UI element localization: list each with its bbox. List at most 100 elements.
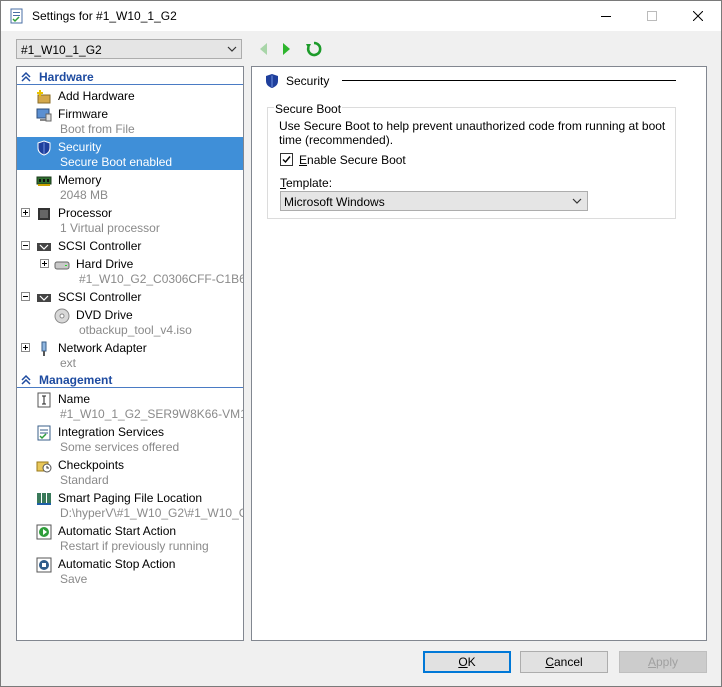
tree-item-label: Integration Services	[58, 425, 165, 439]
add-hardware-icon	[37, 90, 51, 104]
tree-item-memory[interactable]: Memory 2048 MB	[17, 170, 243, 203]
tree-item-detail: 1 Virtual processor	[60, 221, 160, 235]
tree-item-label: Hard Drive	[76, 257, 134, 271]
button-label: K	[467, 655, 476, 669]
tree-item-label: Smart Paging File Location	[58, 491, 203, 505]
tree-item-label: Firmware	[58, 107, 108, 121]
tree-item-integration-services[interactable]: Integration Services Some services offer…	[17, 422, 243, 455]
title-bar: Settings for #1_W10_1_G2	[1, 1, 721, 31]
tree-item-detail: Restart if previously running	[60, 539, 209, 553]
group-title: Secure Boot	[274, 102, 343, 116]
enable-secure-boot-label[interactable]: Enable Secure Boot	[299, 153, 406, 167]
settings-tree: Hardware Add Hardware Firmware Boot from…	[16, 66, 244, 641]
network-adapter-icon	[41, 341, 47, 356]
tree-item-network-adapter[interactable]: Network Adapter ext	[17, 338, 243, 371]
checkmark-icon	[282, 156, 291, 164]
cancel-button[interactable]: Cancel	[520, 651, 608, 673]
integration-services-icon	[37, 425, 51, 441]
vm-selector-value: #1_W10_1_G2	[21, 43, 102, 57]
refresh-icon[interactable]	[305, 40, 323, 58]
tree-item-processor[interactable]: Processor 1 Virtual processor	[17, 203, 243, 236]
tree-item-detail: ext	[60, 356, 77, 370]
automatic-stop-icon	[36, 557, 52, 573]
tree-item-detail: Some services offered	[60, 440, 180, 454]
category-management[interactable]: Management	[17, 372, 243, 388]
minimize-button[interactable]	[583, 1, 629, 31]
settings-app-icon	[10, 8, 23, 24]
tree-item-security[interactable]: Security Secure Boot enabled	[17, 137, 243, 170]
tree-item-label: DVD Drive	[76, 308, 133, 322]
maximize-icon	[647, 11, 657, 21]
tree-item-automatic-start[interactable]: Automatic Start Action Restart if previo…	[17, 521, 243, 554]
double-chevron-up-icon	[21, 71, 31, 82]
category-divider	[17, 387, 243, 388]
button-label: ancel	[553, 655, 583, 669]
category-hardware[interactable]: Hardware	[17, 69, 243, 85]
checkpoints-icon	[36, 461, 52, 473]
expand-plus-icon[interactable]	[21, 208, 30, 217]
tree-item-label: Processor	[58, 206, 113, 220]
category-hardware-label: Hardware	[39, 70, 94, 84]
automatic-start-icon	[36, 524, 52, 540]
accelerator-key: A	[647, 655, 656, 669]
ok-button[interactable]: OK	[423, 651, 511, 673]
tree-item-checkpoints[interactable]: Checkpoints Standard	[17, 455, 243, 488]
button-label: pply	[656, 655, 679, 669]
tree-item-detail: Secure Boot enabled	[60, 155, 173, 169]
collapse-minus-icon[interactable]	[21, 241, 30, 250]
tree-item-label: Checkpoints	[58, 458, 125, 472]
accelerator-key: O	[458, 655, 468, 669]
tree-item-scsi-controller-1[interactable]: SCSI Controller	[17, 236, 243, 254]
vm-selector-dropdown[interactable]: #1_W10_1_G2	[16, 39, 242, 59]
tree-item-detail: Save	[60, 572, 88, 586]
tree-item-detail: Standard	[60, 473, 109, 487]
tree-item-label: Network Adapter	[58, 341, 147, 355]
tree-item-hard-drive[interactable]: Hard Drive #1_W10_G2_C0306CFF-C1B6...	[17, 254, 243, 287]
scsi-controller-icon	[37, 294, 51, 302]
tree-item-automatic-stop[interactable]: Automatic Stop Action Save	[17, 554, 243, 587]
tree-item-label: Memory	[58, 173, 102, 187]
tree-item-label: SCSI Controller	[58, 290, 142, 304]
tree-item-scsi-controller-2[interactable]: SCSI Controller	[17, 287, 243, 305]
tree-item-name[interactable]: Name #1_W10_1_G2_SER9W8K66-VM1	[17, 389, 243, 422]
accelerator-key: E	[299, 153, 308, 167]
scsi-controller-icon	[37, 243, 51, 251]
section-title: Security	[286, 74, 330, 88]
template-value: Microsoft Windows	[284, 195, 385, 209]
section-divider	[342, 80, 676, 81]
template-dropdown[interactable]: Microsoft Windows	[280, 191, 588, 211]
close-button[interactable]	[675, 1, 721, 31]
tree-item-label: Add Hardware	[58, 89, 135, 103]
tree-item-dvd-drive[interactable]: DVD Drive otbackup_tool_v4.iso	[17, 305, 243, 338]
shield-icon	[266, 74, 278, 88]
shield-icon	[37, 140, 51, 156]
expand-plus-icon[interactable]	[21, 343, 30, 352]
tree-item-smart-paging[interactable]: Smart Paging File Location D:\hyperV\#1_…	[17, 488, 243, 521]
collapse-minus-icon[interactable]	[21, 292, 30, 301]
firmware-icon	[36, 108, 52, 122]
enable-secure-boot-checkbox[interactable]	[280, 153, 293, 166]
window-title: Settings for #1_W10_1_G2	[32, 9, 177, 23]
name-icon	[37, 392, 51, 408]
expand-plus-icon[interactable]	[40, 259, 49, 268]
chevron-down-icon	[572, 198, 582, 204]
back-arrow-icon[interactable]	[255, 40, 273, 58]
dvd-drive-icon	[54, 308, 70, 324]
forward-arrow-icon[interactable]	[277, 40, 295, 58]
tree-item-firmware[interactable]: Firmware Boot from File	[17, 104, 243, 137]
close-icon	[693, 11, 703, 21]
label-text: nable Secure Boot	[307, 153, 406, 167]
accelerator-key: C	[545, 655, 554, 669]
double-chevron-up-icon	[21, 374, 31, 385]
chevron-down-icon	[227, 46, 237, 52]
processor-icon	[38, 208, 50, 220]
apply-button[interactable]: Apply	[619, 651, 707, 673]
maximize-button[interactable]	[629, 1, 675, 31]
smart-paging-icon	[37, 493, 51, 505]
tree-item-label: Automatic Stop Action	[58, 557, 176, 571]
tree-item-label: SCSI Controller	[58, 239, 142, 253]
category-divider	[17, 84, 243, 85]
tree-item-detail: Boot from File	[60, 122, 135, 136]
tree-item-detail: #1_W10_G2_C0306CFF-C1B6...	[79, 272, 244, 286]
detail-pane: Security Secure Boot Use Secure Boot to …	[251, 66, 707, 641]
